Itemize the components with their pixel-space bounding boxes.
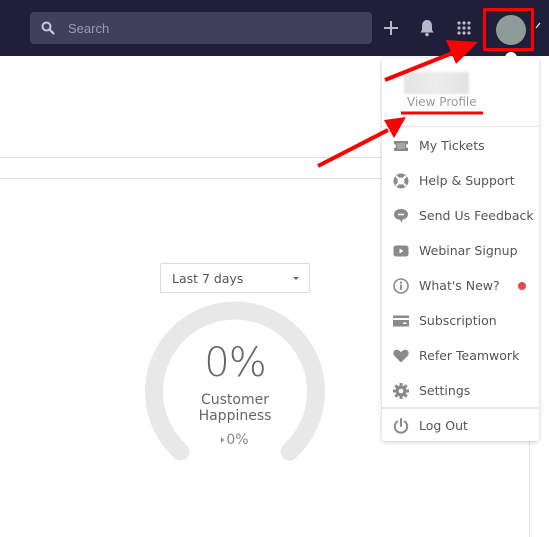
ticket-icon bbox=[394, 140, 408, 151]
avatar[interactable] bbox=[496, 15, 526, 45]
heart-icon bbox=[393, 349, 409, 362]
gauge-change: 0% bbox=[140, 432, 330, 448]
annotation-highlight-box bbox=[483, 8, 534, 51]
section-divider bbox=[0, 178, 390, 179]
menu-item-whats-new[interactable]: What's New? bbox=[382, 268, 539, 303]
menu-item-webinar-signup[interactable]: Webinar Signup bbox=[382, 233, 539, 268]
new-badge-dot bbox=[518, 281, 526, 290]
notifications-button[interactable] bbox=[415, 16, 439, 40]
trend-arrow-icon bbox=[221, 437, 225, 443]
video-play-icon bbox=[393, 245, 409, 256]
apps-grid-icon bbox=[457, 21, 471, 35]
power-icon bbox=[393, 417, 409, 434]
search-input[interactable] bbox=[68, 12, 363, 44]
chevron-down-icon[interactable] bbox=[535, 22, 541, 30]
chat-bubble-icon bbox=[394, 208, 408, 223]
gear-icon bbox=[393, 382, 409, 399]
menu-divider bbox=[382, 126, 539, 127]
menu-item-help-support[interactable]: Help & Support bbox=[382, 163, 539, 198]
profile-name-redacted bbox=[404, 72, 469, 94]
info-icon bbox=[393, 277, 409, 294]
section-divider bbox=[0, 157, 390, 158]
panel-border bbox=[529, 440, 530, 537]
menu-item-settings[interactable]: Settings bbox=[382, 373, 539, 408]
plus-icon bbox=[384, 21, 398, 35]
menu-item-refer-teamwork[interactable]: Refer Teamwork bbox=[382, 338, 539, 373]
lifebuoy-icon bbox=[393, 173, 409, 188]
bell-icon bbox=[420, 20, 434, 37]
menu-item-send-feedback[interactable]: Send Us Feedback bbox=[382, 198, 539, 233]
caret-down-icon bbox=[293, 277, 299, 280]
gauge-change-value: 0% bbox=[226, 432, 249, 448]
add-button[interactable] bbox=[379, 16, 403, 40]
search-box[interactable] bbox=[30, 12, 372, 44]
top-navigation-bar bbox=[0, 0, 549, 56]
gauge-label-line1: Customer bbox=[200, 392, 269, 408]
gauge-value: 0% bbox=[204, 340, 266, 386]
menu-item-log-out[interactable]: Log Out bbox=[382, 408, 539, 443]
date-range-value: Last 7 days bbox=[172, 271, 244, 286]
date-range-select[interactable]: Last 7 days bbox=[160, 263, 310, 293]
menu-item-my-tickets[interactable]: My Tickets bbox=[382, 128, 539, 163]
menu-item-subscription[interactable]: Subscription bbox=[382, 303, 539, 338]
apps-button[interactable] bbox=[452, 16, 476, 40]
view-profile-link[interactable]: View Profile bbox=[407, 95, 477, 109]
credit-card-icon bbox=[393, 315, 409, 326]
gauge-label: Customer Happiness bbox=[140, 392, 330, 424]
profile-dropdown-menu: View Profile My Tickets Help & Support S… bbox=[382, 58, 539, 441]
gauge-label-line2: Happiness bbox=[198, 408, 272, 424]
search-icon bbox=[41, 21, 55, 35]
